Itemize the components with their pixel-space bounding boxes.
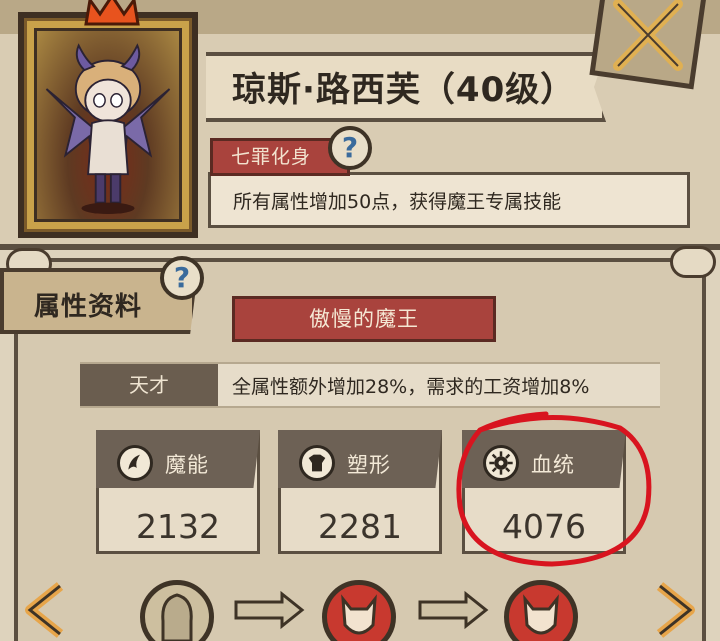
- talent-label: 天才: [129, 373, 169, 397]
- evolution-stage-1-icon[interactable]: [140, 580, 214, 641]
- character-portrait[interactable]: [18, 12, 198, 238]
- class-name: 傲慢的魔王: [309, 307, 419, 331]
- stat-card-magic[interactable]: 魔能 2132: [96, 430, 260, 554]
- highlight-circle-annotation: [456, 411, 652, 567]
- trait-help-button[interactable]: ?: [328, 126, 372, 170]
- magic-claw-icon: [117, 445, 153, 481]
- stat-card-physique[interactable]: 塑形 2281: [278, 430, 442, 554]
- trait-description: 所有属性增加50点，获得魔王专属技能: [233, 191, 562, 213]
- demon-face-icon: [341, 594, 377, 635]
- stat-label: 塑形: [347, 453, 391, 477]
- evolution-stage-2-icon[interactable]: [322, 580, 396, 641]
- trait-description-box: 所有属性增加50点，获得魔王专属技能: [208, 172, 690, 228]
- evolution-arrow-icon: [418, 590, 489, 630]
- character-detail-screen: 琼斯·路西芙（40级） 所有属性增加50点，获得魔王专属技能 七罪化身 ? 属性…: [0, 0, 720, 641]
- stat-label: 魔能: [165, 453, 209, 477]
- class-banner: 傲慢的魔王: [232, 296, 496, 342]
- demon-face-icon: [523, 594, 559, 635]
- talent-description: 全属性额外增加28%，需求的工资增加8%: [232, 376, 590, 398]
- attributes-help-button[interactable]: ?: [160, 256, 204, 300]
- scroll-curl-right: [670, 246, 716, 278]
- hooded-figure-icon: [161, 593, 193, 641]
- evolution-stage-3-icon[interactable]: [504, 580, 578, 641]
- stat-value: 2132: [136, 507, 220, 546]
- nav-right-arrow-icon[interactable]: [652, 580, 700, 640]
- character-name-level: 琼斯·路西芙（40级）: [232, 70, 576, 110]
- trait-label: 七罪化身: [231, 146, 312, 168]
- crossed-swords-icon[interactable]: [588, 0, 708, 90]
- stat-value: 2281: [318, 507, 402, 546]
- demon-queen-portrait-icon: [45, 43, 171, 214]
- tab-attributes-label: 属性资料: [34, 292, 143, 322]
- question-icon: ?: [341, 131, 359, 164]
- portrait-background: [34, 28, 182, 222]
- talent-tag: 天才: [80, 364, 218, 406]
- evolution-arrow-icon: [234, 590, 305, 630]
- muscle-body-icon: [299, 445, 335, 481]
- question-icon: ?: [173, 261, 191, 294]
- nav-left-arrow-icon[interactable]: [20, 580, 68, 640]
- crown-icon: [84, 0, 140, 26]
